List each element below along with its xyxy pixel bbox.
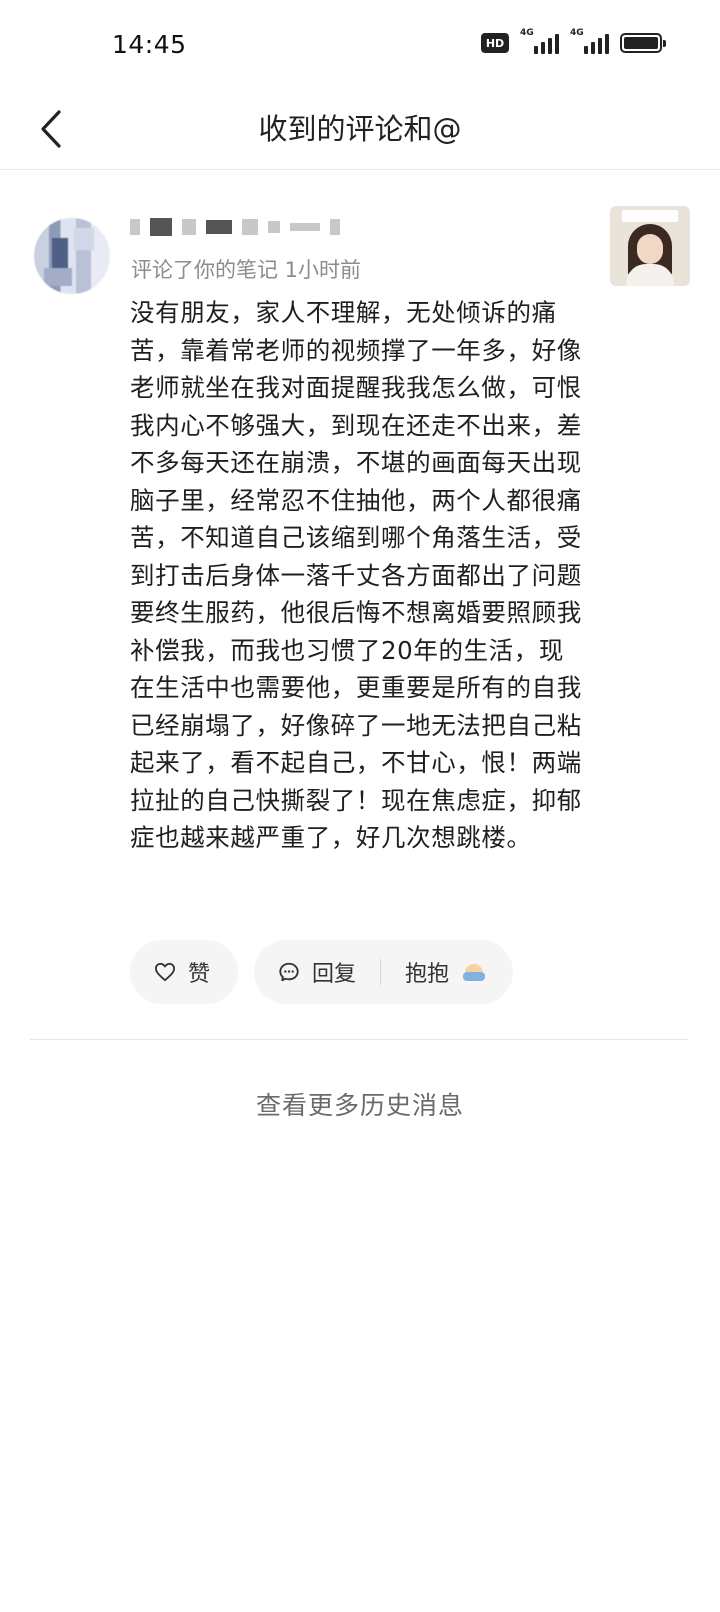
note-thumbnail[interactable] (610, 206, 690, 286)
action-separator (380, 959, 382, 985)
username-pixelated[interactable] (130, 214, 340, 240)
hd-icon: HD (481, 33, 509, 53)
hug-label: 抱抱 (405, 962, 450, 987)
signal-icon: 4G (520, 28, 559, 54)
reply-button[interactable]: 回复 (278, 956, 356, 988)
like-label: 赞 (188, 962, 211, 987)
reply-hug-group: 回复 抱抱 (254, 940, 514, 1004)
comment-meta: 评论了你的笔记 1小时前 (131, 258, 362, 282)
comment-actions: 赞 回复 抱抱 (130, 940, 514, 1004)
comment-text: 没有朋友，家人不理解，无处倾诉的痛苦，靠着常老师的视频撑了一年多，好像老师就坐在… (130, 298, 582, 852)
thumbnail-caption (622, 210, 678, 222)
status-icons: HD 4G 4G (481, 28, 666, 55)
status-time: 14:45 (112, 30, 187, 59)
view-more-history-link[interactable]: 查看更多历史消息 (0, 1086, 720, 1122)
header-bar: 收到的评论和@ (0, 90, 720, 170)
signal-icon: 4G (570, 28, 609, 54)
battery-icon (620, 33, 666, 53)
hug-emoji-icon (463, 962, 486, 982)
status-bar: 14:45 HD 4G 4G (0, 0, 720, 90)
reply-label: 回复 (312, 962, 357, 987)
page-title: 收到的评论和@ (258, 112, 462, 146)
signal-label: 4G (520, 28, 534, 38)
hug-button[interactable]: 抱抱 (405, 956, 486, 988)
signal-label: 4G (570, 28, 584, 38)
comment-bubble-icon (279, 962, 299, 982)
avatar[interactable] (34, 218, 110, 294)
like-button[interactable]: 赞 (130, 940, 239, 1004)
divider (30, 1039, 688, 1040)
heart-icon (155, 962, 175, 982)
